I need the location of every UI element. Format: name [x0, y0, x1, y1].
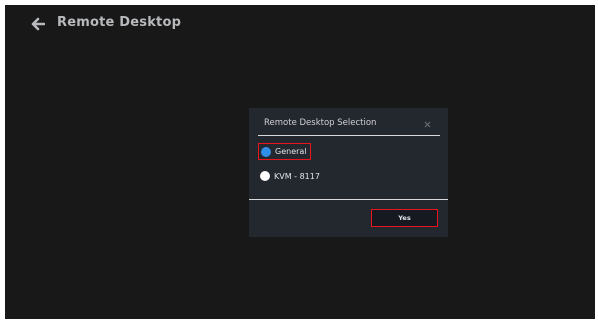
option-kvm-8117[interactable]: KVM - 8117 [260, 169, 320, 183]
remote-desktop-screen: Remote Desktop Remote Desktop Selection … [5, 5, 595, 319]
option-general[interactable]: General [258, 143, 311, 160]
dialog-footer-divider [249, 199, 448, 200]
dialog-header: Remote Desktop Selection [249, 108, 448, 133]
option-label: General [275, 147, 307, 156]
arrow-left-icon[interactable] [31, 17, 45, 31]
yes-button[interactable]: Yes [371, 209, 438, 227]
dialog-title: Remote Desktop Selection [264, 118, 377, 128]
remote-desktop-selection-dialog: Remote Desktop Selection General KVM - 8… [249, 108, 448, 237]
radio-checked-icon[interactable] [261, 146, 271, 157]
close-icon[interactable] [424, 121, 431, 128]
radio-unchecked-icon[interactable] [260, 171, 270, 181]
option-label: KVM - 8117 [274, 171, 320, 181]
page-title: Remote Desktop [57, 15, 182, 30]
dialog-header-divider [258, 135, 440, 136]
